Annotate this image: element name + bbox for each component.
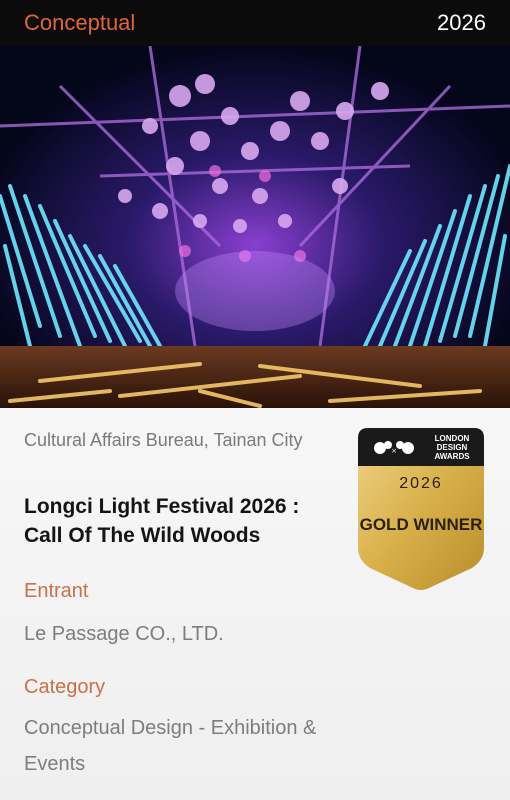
award-card: Conceptual 2026 Cultural Affairs Bureau,… [0, 0, 510, 800]
project-title[interactable]: Longci Light Festival 2026 : Call Of The… [24, 492, 334, 550]
category-tag: Conceptual [24, 10, 136, 35]
entrant-label: Entrant [24, 580, 89, 602]
badge-organization: LONDON DESIGN AWARDS [434, 434, 470, 461]
badge-year: 2026 [399, 475, 443, 492]
svg-text:×: × [391, 447, 397, 455]
year-label: 2026 [437, 10, 486, 35]
category-value: Conceptual Design - Exhibition & Events [24, 717, 317, 775]
gold-winner-badge: × LONDON DESIGN AWARDS 2026 GOLD WINNER [358, 428, 484, 590]
project-photo[interactable] [0, 46, 510, 408]
client-name: Cultural Affairs Bureau, Tainan City [24, 430, 303, 450]
light-installation-image [0, 46, 510, 408]
category-label: Category [24, 676, 106, 698]
entrant-value: Le Passage CO., LTD. [24, 623, 224, 645]
badge-award: GOLD WINNER [359, 515, 483, 534]
card-header: Conceptual 2026 [0, 0, 510, 46]
